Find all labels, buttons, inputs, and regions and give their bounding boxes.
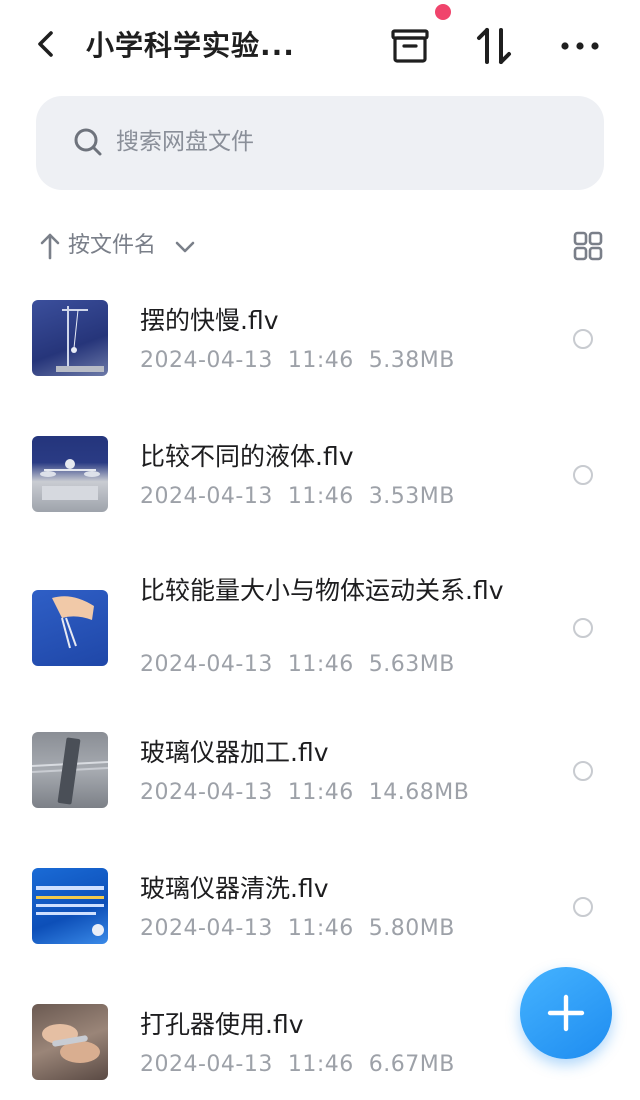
file-time: 11:46 <box>287 916 354 941</box>
file-name: 打孔器使用.flv <box>140 1010 304 1039</box>
file-date: 2024-04-13 <box>140 348 273 373</box>
search-icon <box>74 128 102 156</box>
select-radio[interactable] <box>573 897 593 917</box>
archive-button[interactable] <box>388 24 432 68</box>
select-radio[interactable] <box>573 618 593 638</box>
file-date: 2024-04-13 <box>140 1052 273 1077</box>
file-item[interactable]: 玻璃仪器清洗.flv 2024-04-13 11:46 5.80MB <box>0 858 640 958</box>
arrow-up-icon <box>40 233 60 260</box>
grid-view-icon <box>573 231 603 261</box>
search-bar[interactable]: 搜索网盘文件 <box>36 96 604 190</box>
sort-arrows-icon <box>477 28 511 64</box>
file-name: 玻璃仪器清洗.flv <box>140 874 329 903</box>
file-time: 11:46 <box>287 484 354 509</box>
file-meta: 2024-04-13 11:46 5.80MB <box>140 916 455 941</box>
file-meta: 2024-04-13 11:46 3.53MB <box>140 484 455 509</box>
sort-label: 按文件名 <box>68 233 157 258</box>
file-time: 11:46 <box>287 780 354 805</box>
file-date: 2024-04-13 <box>140 780 273 805</box>
file-date: 2024-04-13 <box>140 652 273 677</box>
archive-icon <box>391 29 429 63</box>
more-button[interactable] <box>558 24 602 68</box>
file-time: 11:46 <box>287 1052 354 1077</box>
select-radio[interactable] <box>573 329 593 349</box>
file-name: 摆的快慢.flv <box>140 306 279 335</box>
video-thumbnail <box>32 732 108 808</box>
more-horizontal-icon <box>561 42 599 50</box>
file-meta: 2024-04-13 11:46 5.38MB <box>140 348 455 373</box>
sort-button[interactable] <box>472 24 516 68</box>
file-item[interactable]: 比较不同的液体.flv 2024-04-13 11:46 3.53MB <box>0 426 640 526</box>
select-radio[interactable] <box>573 761 593 781</box>
file-size: 5.80MB <box>368 916 455 941</box>
grid-view-button[interactable] <box>572 230 604 262</box>
sort-bar: 按文件名 <box>36 226 604 266</box>
file-size: 5.38MB <box>368 348 455 373</box>
file-size: 5.63MB <box>368 652 455 677</box>
add-button[interactable] <box>520 967 612 1059</box>
select-radio[interactable] <box>573 465 593 485</box>
page-title: 小学科学实验... <box>86 29 295 62</box>
top-bar: 小学科学实验... <box>0 0 640 90</box>
file-browser-page: 小学科学实验... 搜索网盘文件 按文件名 摆的快慢.flv 2024-04-1… <box>0 0 640 1100</box>
search-placeholder: 搜索网盘文件 <box>116 129 254 155</box>
file-item[interactable]: 玻璃仪器加工.flv 2024-04-13 11:46 14.68MB <box>0 722 640 822</box>
file-date: 2024-04-13 <box>140 916 273 941</box>
file-size: 6.67MB <box>368 1052 455 1077</box>
video-thumbnail <box>32 1004 108 1080</box>
file-time: 11:46 <box>287 348 354 373</box>
chevron-left-icon <box>38 31 53 57</box>
chevron-down-icon <box>175 241 195 253</box>
video-thumbnail <box>32 436 108 512</box>
file-item[interactable]: 比较能量大小与物体运动关系.flv 2024-04-13 11:46 5.63M… <box>0 566 640 690</box>
file-name: 比较能量大小与物体运动关系.flv <box>140 576 504 605</box>
file-size: 3.53MB <box>368 484 455 509</box>
file-time: 11:46 <box>287 652 354 677</box>
file-meta: 2024-04-13 11:46 5.63MB <box>140 652 455 677</box>
file-item[interactable]: 摆的快慢.flv 2024-04-13 11:46 5.38MB <box>0 290 640 390</box>
notification-badge <box>435 4 451 20</box>
file-date: 2024-04-13 <box>140 484 273 509</box>
file-meta: 2024-04-13 11:46 6.67MB <box>140 1052 455 1077</box>
file-size: 14.68MB <box>368 780 470 805</box>
video-thumbnail <box>32 300 108 376</box>
file-name: 比较不同的液体.flv <box>140 442 354 471</box>
file-meta: 2024-04-13 11:46 14.68MB <box>140 780 469 805</box>
video-thumbnail <box>32 590 108 666</box>
video-thumbnail <box>32 868 108 944</box>
file-name: 玻璃仪器加工.flv <box>140 738 329 767</box>
back-button[interactable] <box>28 26 64 62</box>
plus-icon <box>547 994 585 1032</box>
